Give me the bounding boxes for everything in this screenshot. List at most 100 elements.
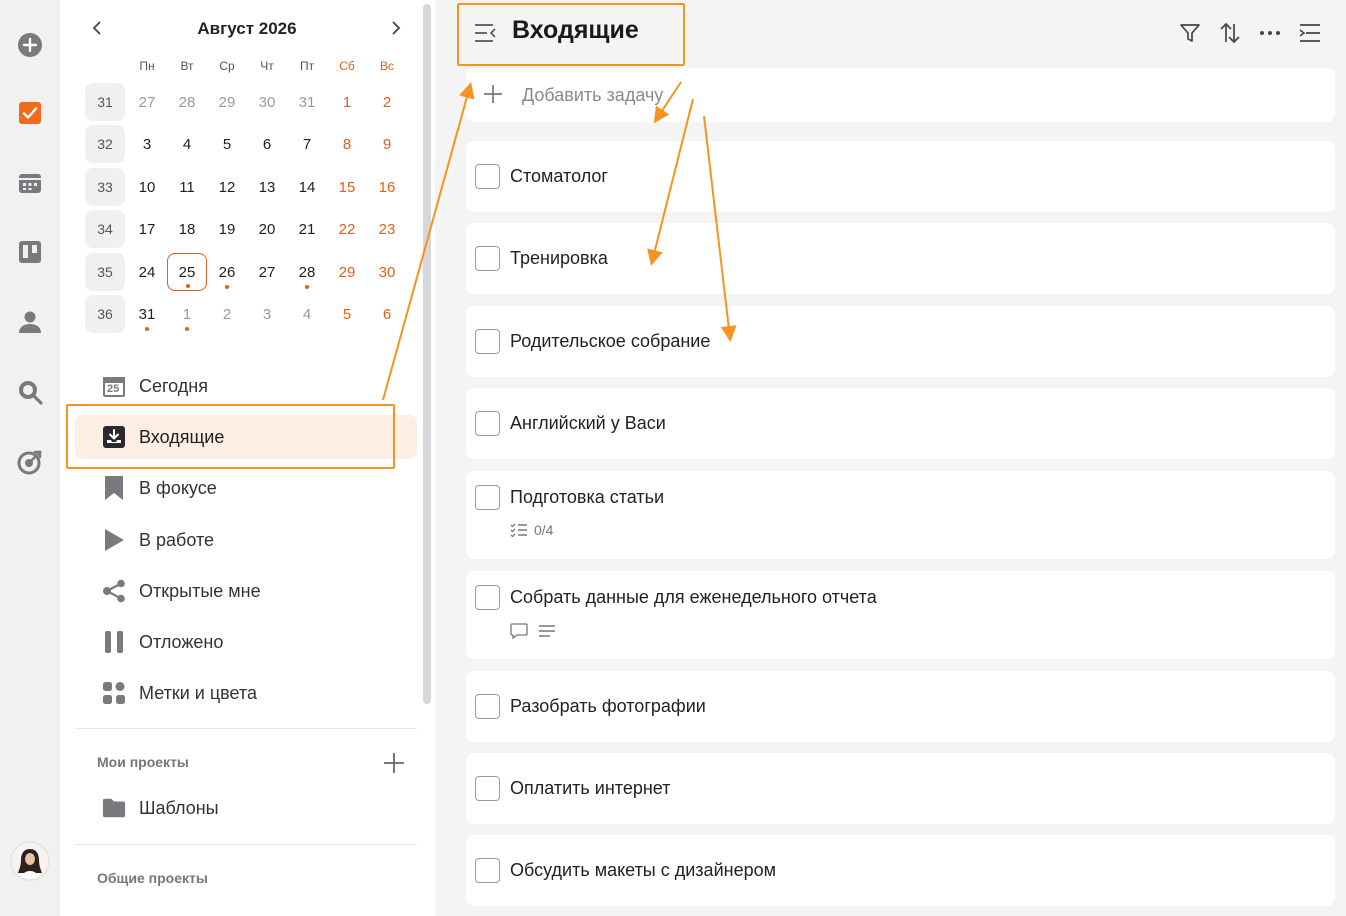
calendar-icon[interactable] bbox=[15, 168, 45, 198]
week-number[interactable]: 35 bbox=[85, 253, 125, 291]
calendar-day[interactable]: 2 bbox=[207, 295, 247, 333]
calendar-day-today[interactable]: 25 bbox=[167, 253, 207, 291]
task-checkbox[interactable] bbox=[475, 411, 500, 436]
calendar-day[interactable]: 6 bbox=[247, 125, 287, 163]
filter-icon[interactable] bbox=[1177, 20, 1203, 46]
calendar-day[interactable]: 12 bbox=[207, 168, 247, 206]
add-circle-icon[interactable] bbox=[15, 30, 45, 60]
task-checkbox[interactable] bbox=[475, 694, 500, 719]
task-checkbox[interactable] bbox=[475, 858, 500, 883]
task-card[interactable]: Оплатить интернет bbox=[466, 753, 1335, 824]
task-card[interactable]: Собрать данные для еженедельного отчета bbox=[466, 571, 1335, 659]
calendar-day[interactable]: 8 bbox=[327, 125, 367, 163]
calendar-day[interactable]: 3 bbox=[247, 295, 287, 333]
nav-item-today[interactable]: 25 Сегодня bbox=[75, 364, 417, 408]
calendar-day[interactable]: 16 bbox=[367, 168, 407, 206]
calendar-day[interactable]: 28 bbox=[167, 83, 207, 121]
calendar-day[interactable]: 9 bbox=[367, 125, 407, 163]
calendar-day[interactable]: 15 bbox=[327, 168, 367, 206]
add-task-card[interactable] bbox=[466, 68, 1335, 122]
calendar-day[interactable]: 24 bbox=[127, 253, 167, 291]
prev-month-chevron-icon[interactable] bbox=[86, 16, 110, 40]
calendar-day[interactable]: 5 bbox=[327, 295, 367, 333]
calendar-day[interactable]: 29 bbox=[327, 253, 367, 291]
calendar-day[interactable]: 3 bbox=[127, 125, 167, 163]
calendar-day[interactable]: 13 bbox=[247, 168, 287, 206]
task-title: Обсудить макеты с дизайнером bbox=[510, 860, 776, 880]
tasks-checkbox-icon[interactable] bbox=[15, 98, 45, 128]
nav-item-focus[interactable]: В фокусе bbox=[75, 466, 417, 510]
calendar-day[interactable]: 1 bbox=[167, 295, 207, 333]
target-goals-icon[interactable] bbox=[15, 447, 45, 477]
task-card[interactable]: Подготовка статьи 0/4 bbox=[466, 471, 1335, 559]
calendar-day[interactable]: 28 bbox=[287, 253, 327, 291]
task-checkbox[interactable] bbox=[475, 164, 500, 189]
weekday-label: Вт bbox=[180, 59, 194, 73]
calendar-day[interactable]: 23 bbox=[367, 210, 407, 248]
calendar-day[interactable]: 14 bbox=[287, 168, 327, 206]
task-checkbox[interactable] bbox=[475, 776, 500, 801]
add-task-input[interactable] bbox=[522, 82, 1222, 108]
next-month-chevron-icon[interactable] bbox=[383, 16, 407, 40]
person-icon[interactable] bbox=[15, 307, 45, 337]
task-card[interactable]: Обсудить макеты с дизайнером bbox=[466, 835, 1335, 906]
calendar-day-number: 7 bbox=[302, 135, 312, 153]
search-icon[interactable] bbox=[15, 377, 45, 407]
nav-item-inbox[interactable]: Входящие bbox=[75, 415, 417, 459]
calendar-day[interactable]: 30 bbox=[367, 253, 407, 291]
calendar-day[interactable]: 11 bbox=[167, 168, 207, 206]
weekday-label: Сб bbox=[339, 59, 355, 73]
calendar-day[interactable]: 18 bbox=[167, 210, 207, 248]
week-number[interactable]: 32 bbox=[85, 125, 125, 163]
week-number[interactable]: 34 bbox=[85, 210, 125, 248]
calendar-day[interactable]: 7 bbox=[287, 125, 327, 163]
calendar-day[interactable]: 29 bbox=[207, 83, 247, 121]
calendar-day[interactable]: 26 bbox=[207, 253, 247, 291]
task-card[interactable]: Разобрать фотографии bbox=[466, 671, 1335, 742]
sort-icon[interactable] bbox=[1217, 20, 1243, 46]
calendar-day[interactable]: 22 bbox=[327, 210, 367, 248]
calendar-day[interactable]: 4 bbox=[167, 125, 207, 163]
add-task-plus-icon[interactable] bbox=[482, 83, 504, 105]
week-number[interactable]: 31 bbox=[85, 83, 125, 121]
kanban-board-icon[interactable] bbox=[15, 237, 45, 267]
task-checkbox[interactable] bbox=[475, 246, 500, 271]
calendar-day[interactable]: 19 bbox=[207, 210, 247, 248]
calendar-day[interactable]: 27 bbox=[127, 83, 167, 121]
calendar-day[interactable]: 27 bbox=[247, 253, 287, 291]
task-card[interactable]: Родительское собрание bbox=[466, 306, 1335, 377]
calendar-day-number: 16 bbox=[378, 178, 396, 196]
task-checkbox[interactable] bbox=[475, 485, 500, 510]
add-project-plus-icon[interactable] bbox=[381, 750, 407, 776]
task-card[interactable]: Стоматолог bbox=[466, 141, 1335, 212]
nav-item-shared-with-me[interactable]: Открытые мне bbox=[75, 569, 417, 613]
task-card[interactable]: Тренировка bbox=[466, 223, 1335, 294]
calendar-day[interactable]: 31 bbox=[127, 295, 167, 333]
project-item-templates[interactable]: Шаблоны bbox=[75, 786, 417, 830]
more-options-icon[interactable] bbox=[1257, 20, 1283, 46]
calendar-day[interactable]: 5 bbox=[207, 125, 247, 163]
calendar-day[interactable]: 10 bbox=[127, 168, 167, 206]
nav-item-postponed[interactable]: Отложено bbox=[75, 620, 417, 664]
details-panel-icon[interactable] bbox=[1297, 20, 1323, 46]
calendar-day[interactable]: 17 bbox=[127, 210, 167, 248]
calendar-day[interactable]: 4 bbox=[287, 295, 327, 333]
week-number[interactable]: 33 bbox=[85, 168, 125, 206]
calendar-day[interactable]: 6 bbox=[367, 295, 407, 333]
task-checkbox[interactable] bbox=[475, 585, 500, 610]
sidebar-scrollbar[interactable] bbox=[423, 4, 431, 704]
nav-item-in-progress[interactable]: В работе bbox=[75, 518, 417, 562]
collapse-sidebar-menu-icon[interactable] bbox=[473, 22, 497, 44]
nav-item-tags-colors[interactable]: Метки и цвета bbox=[75, 671, 417, 715]
calendar-day[interactable]: 21 bbox=[287, 210, 327, 248]
calendar-day[interactable]: 20 bbox=[247, 210, 287, 248]
user-avatar[interactable] bbox=[10, 841, 50, 881]
task-card[interactable]: Английский у Васи bbox=[466, 388, 1335, 459]
week-number[interactable]: 36 bbox=[85, 295, 125, 333]
calendar-day[interactable]: 31 bbox=[287, 83, 327, 121]
calendar-day[interactable]: 2 bbox=[367, 83, 407, 121]
calendar-day-number: 30 bbox=[258, 93, 276, 111]
calendar-day[interactable]: 1 bbox=[327, 83, 367, 121]
task-checkbox[interactable] bbox=[475, 329, 500, 354]
calendar-day[interactable]: 30 bbox=[247, 83, 287, 121]
